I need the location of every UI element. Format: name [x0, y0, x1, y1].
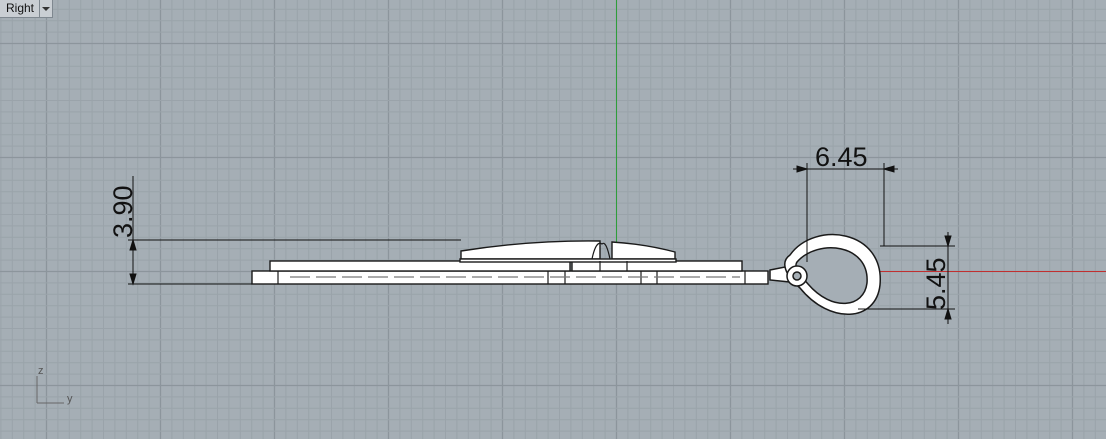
axis-widget-y-label: y [67, 393, 73, 405]
dimension-label-height-left: 3.90 [108, 185, 138, 238]
construction-grid [0, 0, 1106, 439]
viewport-title-tab[interactable]: Right [0, 0, 54, 18]
viewport-menu-dropdown-icon[interactable] [39, 0, 52, 17]
bail-loop-profile[interactable] [769, 233, 881, 315]
axis-widget-z-label: z [38, 365, 44, 377]
dimension-label-bail-width: 6.45 [815, 142, 868, 172]
dimension-label-bail-height: 5.45 [921, 257, 951, 310]
viewport-title[interactable]: Right [0, 0, 39, 17]
right-viewport[interactable]: 3.90 6.45 5.45 z y Right [0, 0, 1106, 439]
viewport-canvas[interactable]: 3.90 6.45 5.45 z y [0, 0, 1106, 439]
